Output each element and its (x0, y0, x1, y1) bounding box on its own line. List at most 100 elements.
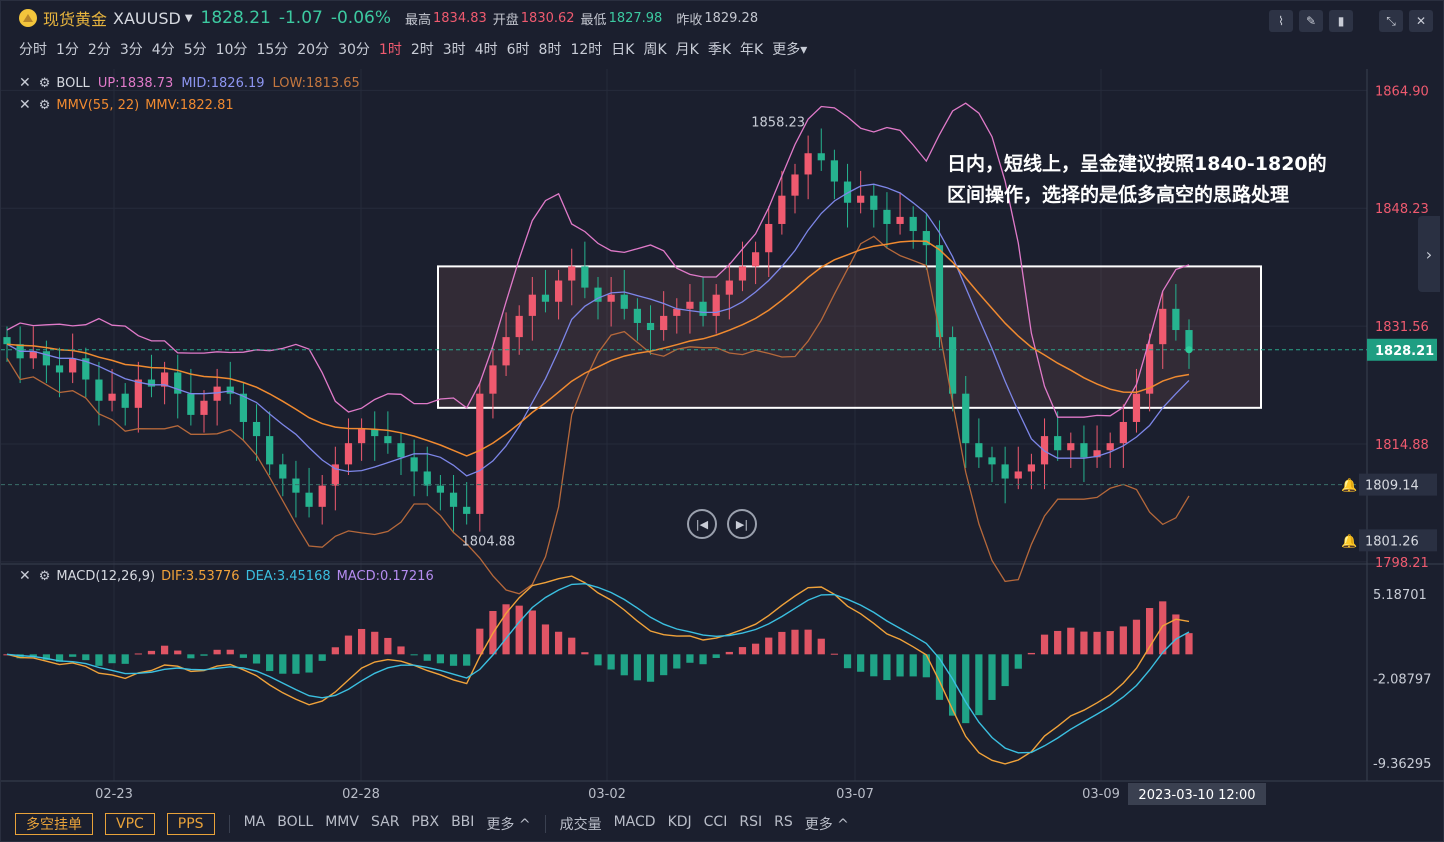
macd-dea-line (6, 582, 1190, 754)
period-16[interactable]: 12时 (570, 39, 602, 59)
symbol-name[interactable]: 现货黄金 (43, 6, 107, 30)
macd-bar (239, 654, 248, 658)
period-20[interactable]: 季K (708, 39, 731, 59)
symbol-dropdown-icon[interactable]: ▼ (185, 13, 193, 24)
analyst-annotation: 日内，短线上，呈金建议按照1840-1820的区间操作，选择的是低多高空的思路处… (947, 153, 1327, 206)
sub-indicator-2[interactable]: KDJ (668, 814, 692, 834)
main-indicator-3[interactable]: SAR (371, 814, 399, 834)
time-tick-1: 02-28 (342, 787, 380, 802)
sub-indicator-1[interactable]: MACD (614, 814, 656, 834)
macd-bar (1159, 601, 1167, 655)
macd-legend: ✕ ⚙ MACD(12,26,9) DIF:3.53776 DEA:3.4516… (19, 568, 434, 584)
period-6[interactable]: 10分 (216, 39, 248, 59)
low-label: 最低 (580, 12, 607, 28)
macd-bar (502, 604, 510, 655)
candle-body (410, 457, 418, 472)
period-10[interactable]: 1时 (379, 39, 402, 59)
period-13[interactable]: 4时 (475, 39, 498, 59)
draw-pen-icon[interactable]: ✎ (1299, 10, 1323, 32)
macd-bar (1027, 652, 1036, 655)
macd-bar (909, 654, 917, 677)
period-5[interactable]: 5分 (184, 39, 207, 59)
alert-tag-1: 1809.14 (1365, 479, 1419, 494)
sub-indicator-3[interactable]: CCI (704, 814, 728, 834)
macd-bar (331, 647, 339, 655)
macd-bar (817, 638, 825, 655)
sub-indicator-0[interactable]: 成交量 (560, 814, 602, 834)
candle-body (292, 478, 300, 493)
period-19[interactable]: 月K (676, 39, 699, 59)
candle-body (69, 358, 77, 373)
settings-boll-icon[interactable]: ⚙ (39, 76, 51, 91)
candle-body (1172, 308, 1180, 331)
macd-bar (200, 654, 208, 656)
remove-boll-icon[interactable]: ✕ (19, 75, 31, 91)
macd-bar (410, 654, 418, 656)
period-21[interactable]: 年K (740, 39, 763, 59)
main-indicator-0[interactable]: MA (244, 814, 266, 834)
long-short-orders-button[interactable]: 多空挂单 (15, 813, 93, 835)
main-indicator-1[interactable]: BOLL (277, 814, 313, 834)
sub-indicator-5[interactable]: RS (774, 814, 793, 834)
jump-start-icon[interactable]: |◀ (687, 509, 717, 539)
candle-body (975, 443, 983, 458)
low-value: 1827.98 (608, 10, 663, 26)
macd-bar (883, 654, 891, 681)
main-indicator-2[interactable]: MMV (325, 814, 359, 834)
sub-indicator-4[interactable]: RSI (739, 814, 762, 834)
period-8[interactable]: 20分 (297, 39, 329, 59)
period-0[interactable]: 分时 (19, 39, 47, 59)
settings-macd-icon[interactable]: ⚙ (39, 569, 51, 584)
candle-body (463, 506, 471, 514)
line-tool-icon[interactable]: ⌇ (1269, 10, 1293, 32)
period-17[interactable]: 日K (611, 39, 634, 59)
period-18[interactable]: 周K (643, 39, 666, 59)
settings-mmv-icon[interactable]: ⚙ (39, 98, 51, 113)
candle-body (279, 464, 287, 479)
collapse-icon[interactable]: ⤡ (1379, 10, 1403, 32)
expand-panel-chevron-icon[interactable]: › (1418, 216, 1440, 292)
macd-bar (1185, 633, 1193, 655)
macd-bar (226, 649, 234, 655)
vpc-button[interactable]: VPC (105, 813, 155, 835)
period-9[interactable]: 30分 (338, 39, 370, 59)
macd-name: MACD(12,26,9) (56, 568, 156, 584)
candle-body (305, 492, 313, 507)
macd-bar (896, 654, 904, 677)
sub-indicator-6[interactable]: 更多 ^ (805, 814, 849, 834)
price-tick-2: 1831.56 (1375, 320, 1429, 335)
period-7[interactable]: 15分 (256, 39, 288, 59)
period-15[interactable]: 8时 (539, 39, 562, 59)
candle-style-icon[interactable]: ▮ (1329, 10, 1353, 32)
period-2[interactable]: 2分 (88, 39, 111, 59)
crosshair-time-label: 2023-03-10 12:00 (1138, 788, 1255, 803)
period-3[interactable]: 3分 (120, 39, 143, 59)
macd-bar (778, 631, 786, 655)
period-22[interactable]: 更多▾ (772, 39, 807, 59)
price-tick-4: 1798.21 (1375, 556, 1429, 571)
macd-bar (95, 654, 103, 666)
close-icon[interactable]: ✕ (1409, 10, 1433, 32)
remove-macd-icon[interactable]: ✕ (19, 568, 31, 584)
jump-end-icon[interactable]: ▶| (727, 509, 757, 539)
period-4[interactable]: 4分 (152, 39, 175, 59)
period-11[interactable]: 2时 (411, 39, 434, 59)
period-12[interactable]: 3时 (443, 39, 466, 59)
time-tick-0: 02-23 (95, 787, 133, 802)
mmv-name: MMV(55, 22) (56, 97, 140, 113)
period-14[interactable]: 6时 (507, 39, 530, 59)
main-indicator-4[interactable]: PBX (411, 814, 439, 834)
candle-body (436, 485, 445, 493)
remove-mmv-icon[interactable]: ✕ (19, 97, 31, 113)
candle-body (384, 436, 392, 444)
main-indicator-6[interactable]: 更多 ^ (486, 814, 530, 834)
period-1[interactable]: 1分 (56, 39, 79, 59)
symbol-code[interactable]: XAUUSD (113, 9, 181, 28)
macd-bar (1119, 626, 1127, 655)
candle-body (607, 294, 615, 302)
pps-button[interactable]: PPS (166, 813, 215, 835)
candle-body (1014, 471, 1022, 479)
candle-body (318, 485, 326, 507)
main-indicator-5[interactable]: BBI (451, 814, 474, 834)
macd-bar (673, 654, 681, 669)
